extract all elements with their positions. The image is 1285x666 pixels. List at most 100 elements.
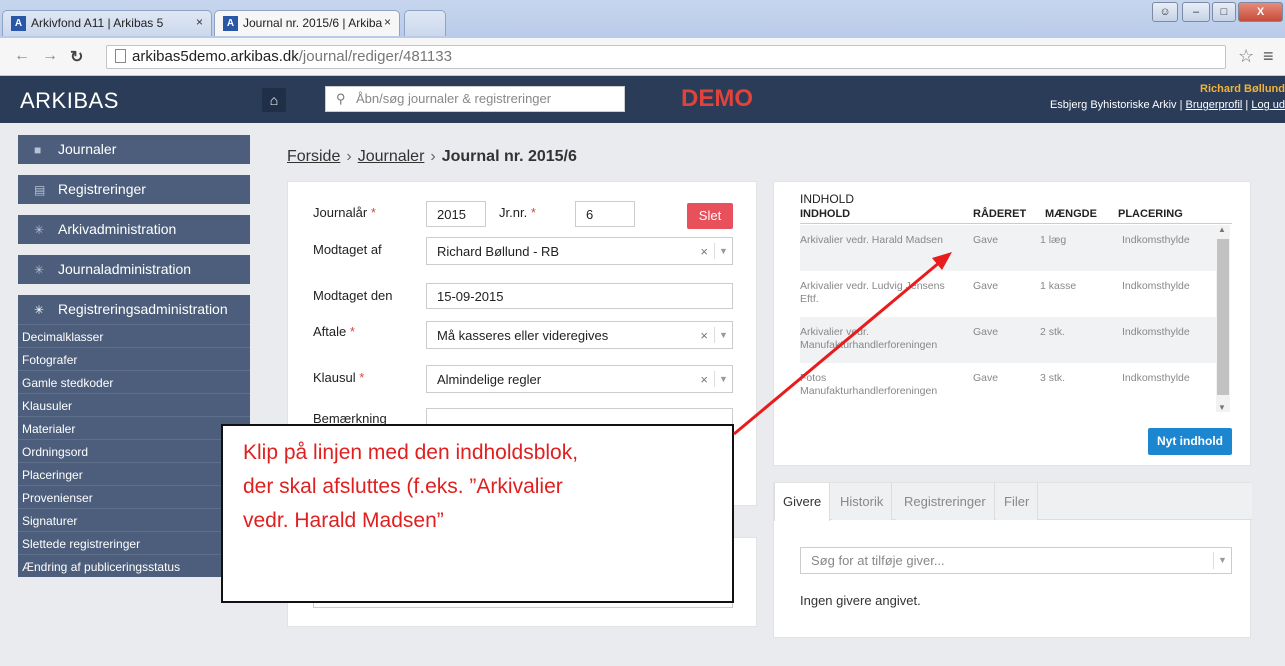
jrnr-field[interactable]: 6 [575,201,635,227]
sidebar-item-arkivadministration[interactable]: ✳ Arkivadministration [18,215,250,244]
url-field[interactable]: arkibas5demo.arkibas.dk/journal/rediger/… [106,45,1226,69]
table-row[interactable]: Arkivalier vedr. Ludvig Jensens Eftf. Ga… [800,271,1216,317]
required-mark: * [370,205,376,220]
new-tab-button[interactable] [404,10,446,36]
giver-search-select[interactable]: Søg for at tilføje giver... ▼ [800,547,1232,574]
scroll-down-icon[interactable]: ▼ [1218,403,1226,412]
cell-maengde: 1 kasse [1040,280,1077,292]
column-header[interactable]: INDHOLD [800,208,850,220]
column-header[interactable]: PLACERING [1118,208,1183,220]
instruction-callout: Klip på linjen med den indholdsblok, der… [221,424,734,603]
givers-panel: Givere Historik Registreringer Filer Søg… [773,482,1252,638]
modtaget-den-field[interactable]: 15-09-2015 [426,283,733,309]
label-text: Klausul [313,370,356,385]
clear-icon[interactable]: × [700,244,708,259]
scroll-up-icon[interactable]: ▲ [1218,225,1226,234]
sidebar-subitem-gamle-stedkoder[interactable]: Gamle stedkoder [18,370,250,393]
clear-icon[interactable]: × [700,328,708,343]
callout-line: vedr. Harald Madsen” [243,509,444,532]
breadcrumb-journals-link[interactable]: Journaler [358,148,425,165]
content-table-header: INDHOLD RÅDERET MÆNGDE PLACERING [800,208,1232,224]
breadcrumb-home-link[interactable]: Forside [287,148,340,165]
maximize-icon[interactable]: □ [1212,2,1236,22]
aftale-select[interactable]: Må kasseres eller videregives × ▼ [426,321,733,349]
table-row[interactable]: Arkivalier vedr. Manufakturhandlerforeni… [800,317,1216,363]
profile-link[interactable]: Brugerprofil [1186,99,1243,111]
sidebar-subitem-signaturer[interactable]: Signaturer [18,508,250,531]
cell-raaderet: Gave [973,372,999,384]
tab-filer[interactable]: Filer [996,483,1039,520]
browser-tab[interactable]: A Arkivfond A11 | Arkibas 5 × [2,10,212,36]
table-row[interactable]: Arkivalier vedr. Harald Madsen Gave 1 læ… [800,225,1216,271]
scrollbar-thumb[interactable] [1217,239,1229,395]
callout-line: Klip på linjen med den indholdsblok, [243,441,579,464]
cell-indhold: Arkivalier vedr. Harald Madsen [800,234,943,246]
new-content-button[interactable]: Nyt indhold [1148,428,1232,455]
klausul-select[interactable]: Almindelige regler × ▼ [426,365,733,393]
journalaar-field[interactable]: 2015 [426,201,486,227]
close-tab-icon[interactable]: × [384,15,391,29]
browser-menu-icon[interactable]: ≡ [1263,46,1274,67]
delete-button[interactable]: Slet [687,203,733,229]
cell-indhold: Fotos Manufakturhandlerforeningen [800,372,938,397]
reload-icon[interactable]: ↻ [70,47,83,67]
label-text: Aftale [313,324,347,339]
cell-placering: Indkomsthylde [1122,326,1190,338]
table-row[interactable]: Fotos Manufakturhandlerforeningen Gave 3… [800,363,1216,409]
cell-placering: Indkomsthylde [1122,372,1190,384]
logout-link[interactable]: Log ud [1251,99,1285,111]
sidebar-subitem-ordningsord[interactable]: Ordningsord [18,439,250,462]
sidebar-subitem-klausuler[interactable]: Klausuler [18,393,250,416]
tab-historik[interactable]: Historik [832,483,893,520]
window-close-icon[interactable]: X [1238,2,1283,22]
browser-tab-title: Arkivfond A11 | Arkibas 5 [31,16,164,30]
chevron-down-icon[interactable]: ▼ [714,243,732,259]
cell-maengde: 1 læg [1040,234,1067,246]
required-mark: * [349,324,355,339]
chevron-down-icon[interactable]: ▼ [714,327,732,343]
modtaget-af-label: Modtaget af [313,242,382,257]
cell-maengde: 2 stk. [1040,326,1066,338]
select-placeholder: Søg for at tilføje giver... [811,553,945,568]
sidebar-subitem-publiceringsstatus[interactable]: Ændring af publiceringsstatus [18,554,250,577]
sidebar-subitem-placeringer[interactable]: Placeringer [18,462,250,485]
close-tab-icon[interactable]: × [196,15,203,29]
home-icon[interactable]: ⌂ [262,88,286,112]
sidebar-subitem-fotografer[interactable]: Fotografer [18,347,250,370]
sidebar-subitem-materialer[interactable]: Materialer [18,416,250,439]
aftale-label: Aftale * [313,324,355,339]
column-header[interactable]: RÅDERET [973,208,1026,220]
minimize-icon[interactable]: – [1182,2,1210,22]
arkibas-favicon: A [223,16,238,31]
modtaget-af-select[interactable]: Richard Bøllund - RB × ▼ [426,237,733,265]
tab-bar: Givere Historik Registreringer Filer [774,483,1252,521]
breadcrumb-separator: › [346,148,352,165]
browser-tab-active[interactable]: A Journal nr. 2015/6 | Arkiba × [214,10,400,36]
back-icon[interactable]: ← [14,47,30,65]
select-value: Almindelige regler [437,372,542,387]
sidebar-item-registreringsadministration[interactable]: ✳ Registreringsadministration [18,295,250,324]
browser-tab-title: Journal nr. 2015/6 | Arkiba [243,16,383,30]
search-input[interactable]: ⚲ Åbn/søg journaler & registreringer [325,86,625,112]
breadcrumb: Forside › Journaler › Journal nr. 2015/6 [287,148,577,166]
address-bar: ← → ↻ arkibas5demo.arkibas.dk/journal/re… [0,38,1285,76]
tab-registreringer[interactable]: Registreringer [896,483,995,520]
user-window-icon[interactable]: ☺ [1152,2,1178,22]
column-header[interactable]: MÆNGDE [1045,208,1097,220]
forward-icon[interactable]: → [42,47,58,65]
chevron-down-icon[interactable]: ▼ [1213,552,1231,569]
archive-name: Esbjerg Byhistoriske Arkiv [1049,99,1177,111]
tab-givere[interactable]: Givere [774,483,831,521]
sidebar-item-journaler[interactable]: ■ Journaler [18,135,250,164]
clear-icon[interactable]: × [700,372,708,387]
sidebar-item-journaladministration[interactable]: ✳ Journaladministration [18,255,250,284]
arkibas-logo[interactable]: ARKIBAS [20,88,119,114]
content-scrollbar[interactable]: ▲ ▼ [1216,225,1230,412]
page-icon [115,49,126,63]
sidebar-subitem-slettede-registreringer[interactable]: Slettede registreringer [18,531,250,554]
bookmark-star-icon[interactable]: ☆ [1238,46,1254,67]
sidebar-item-registreringer[interactable]: ▤ Registreringer [18,175,250,204]
chevron-down-icon[interactable]: ▼ [714,371,732,387]
sidebar-subitem-provenienser[interactable]: Provenienser [18,485,250,508]
sidebar-subitem-decimalklasser[interactable]: Decimalklasser [18,324,250,347]
